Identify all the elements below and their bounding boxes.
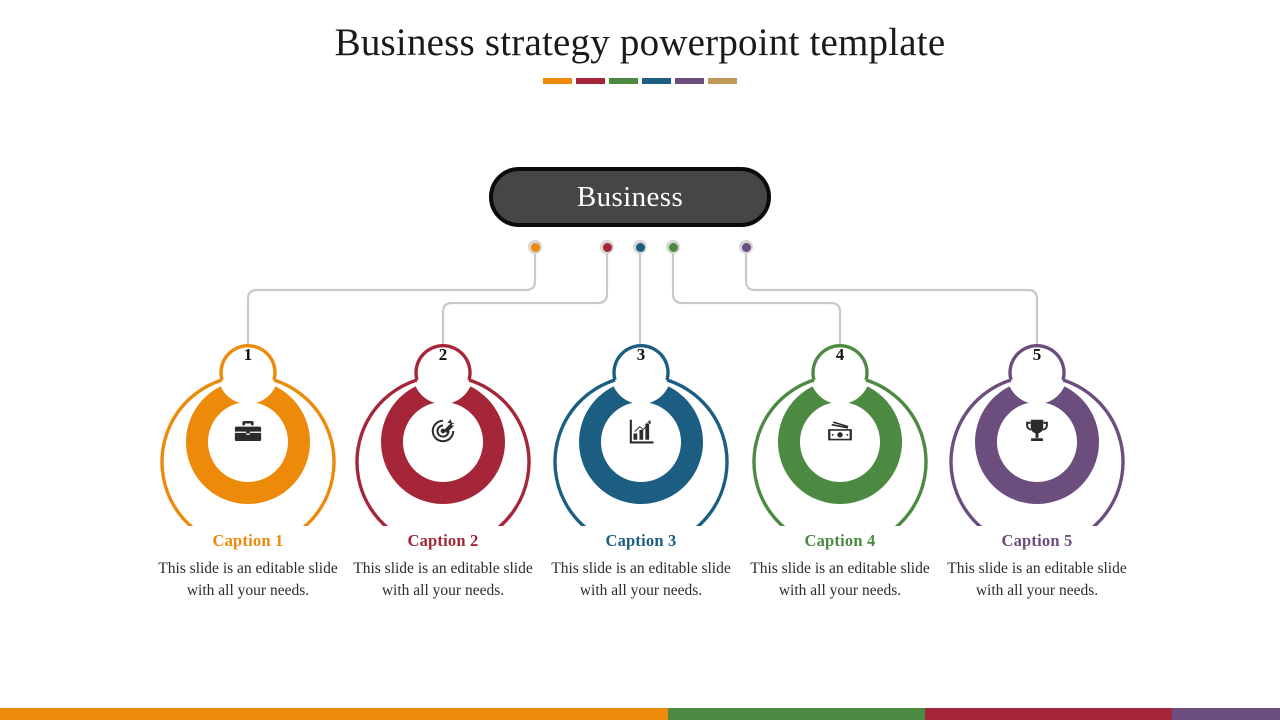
hub-pin-core-2	[602, 242, 612, 252]
step-circle-5[interactable]: 5	[942, 336, 1132, 526]
caption-block-3: Caption 3 This slide is an editable slide…	[541, 530, 741, 602]
caption-body-2: This slide is an editable slide with all…	[353, 560, 533, 599]
hub-pin-core-3	[635, 242, 645, 252]
caption-block-4: Caption 4 This slide is an editable slide…	[740, 530, 940, 602]
caption-body-1: This slide is an editable slide with all…	[158, 560, 338, 599]
hub-pin-5[interactable]	[739, 240, 753, 254]
step-number-5: 5	[1032, 345, 1042, 364]
caption-body-3: This slide is an editable slide with all…	[551, 560, 731, 599]
hub-pin-core-1	[530, 242, 540, 252]
hub-label: Business	[576, 181, 684, 213]
target-dart-icon	[413, 401, 473, 461]
footer-segment-purple	[1172, 708, 1280, 720]
rule-segment-blue	[642, 78, 671, 84]
step-circle-row: 1 2 3 4 5	[0, 336, 1280, 526]
caption-title-2: Caption 2	[407, 531, 479, 550]
hub-pin-1[interactable]	[528, 240, 542, 254]
hub-pin-3[interactable]	[633, 240, 647, 254]
connector-line-4	[671, 252, 842, 346]
step-circle-2[interactable]: 2	[348, 336, 538, 526]
caption-title-5: Caption 5	[1001, 531, 1073, 550]
caption-title-3: Caption 3	[605, 531, 677, 550]
rule-segment-orange	[543, 78, 572, 84]
step-number-2: 2	[438, 345, 448, 364]
page-title: Business strategy powerpoint template	[334, 21, 946, 64]
footer-segment-red	[925, 708, 1172, 720]
hub-pin-2[interactable]	[600, 240, 614, 254]
rule-segment-purple	[675, 78, 704, 84]
connector-line-2	[441, 252, 609, 346]
hub-node-business[interactable]: Business	[489, 167, 771, 227]
hub-pin-4[interactable]	[666, 240, 680, 254]
caption-title-4: Caption 4	[804, 531, 876, 550]
footer-segment-green	[668, 708, 925, 720]
step-circle-4[interactable]: 4	[745, 336, 935, 526]
bar-chart-growth-icon	[611, 401, 671, 461]
connector-line-1	[246, 252, 537, 346]
hub-pin-core-5	[741, 242, 751, 252]
footer-segment-orange	[0, 708, 668, 720]
title-rule	[0, 78, 1280, 84]
caption-body-4: This slide is an editable slide with all…	[750, 560, 930, 599]
slide-canvas: Business strategy powerpoint template Bu…	[0, 0, 1280, 720]
step-number-1: 1	[243, 345, 253, 364]
footer-color-bar	[0, 708, 1280, 720]
hub-pin-core-4	[668, 242, 678, 252]
rule-segment-red	[576, 78, 605, 84]
caption-body-5: This slide is an editable slide with all…	[947, 560, 1127, 599]
caption-title-1: Caption 1	[212, 531, 284, 550]
connector-line-5	[744, 252, 1039, 346]
caption-block-1: Caption 1 This slide is an editable slide…	[148, 530, 348, 602]
step-number-3: 3	[636, 345, 646, 364]
step-circle-1[interactable]: 1	[153, 336, 343, 526]
step-number-4: 4	[835, 345, 845, 364]
trophy-icon	[1007, 401, 1067, 461]
caption-block-5: Caption 5 This slide is an editable slide…	[937, 530, 1137, 602]
step-circle-3[interactable]: 3	[546, 336, 736, 526]
rule-segment-green	[609, 78, 638, 84]
money-cash-icon	[810, 401, 870, 461]
caption-block-2: Caption 2 This slide is an editable slide…	[343, 530, 543, 602]
briefcase-icon	[218, 401, 278, 461]
rule-segment-tan	[708, 78, 737, 84]
caption-row: Caption 1 This slide is an editable slide…	[0, 530, 1280, 650]
